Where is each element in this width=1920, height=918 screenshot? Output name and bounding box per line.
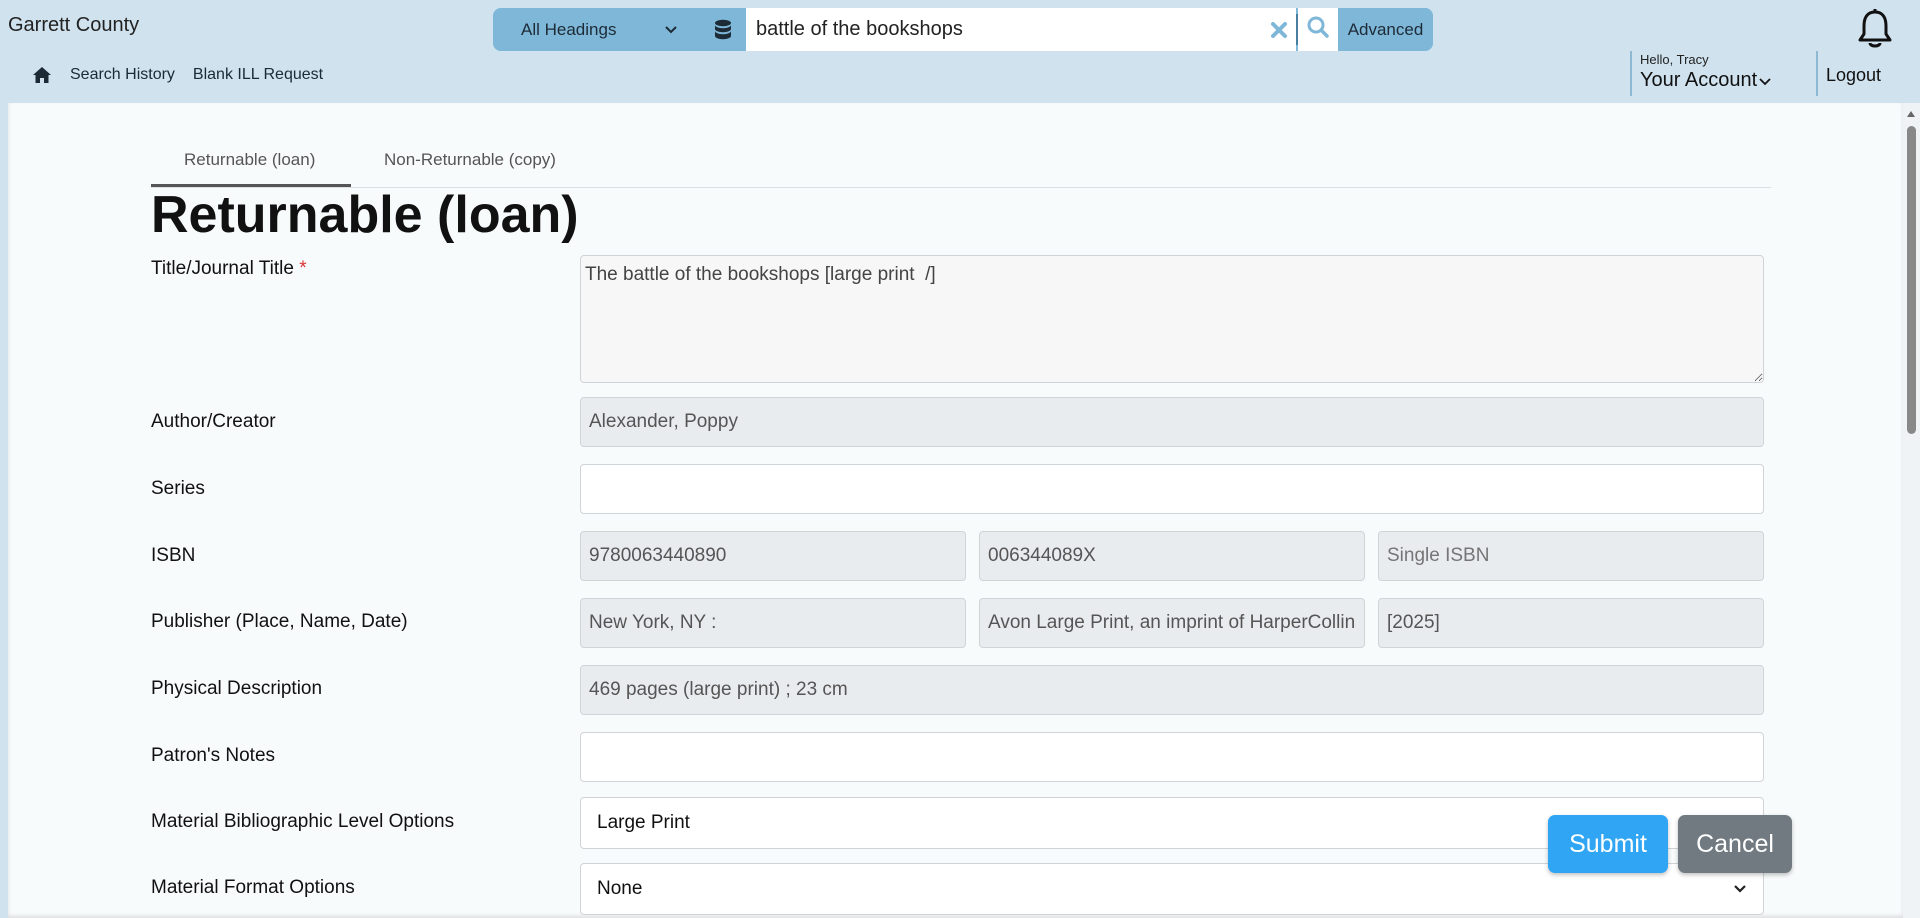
- author-label: Author/Creator: [151, 411, 276, 432]
- format-value: None: [597, 878, 643, 899]
- title-label: Title/Journal Title *: [151, 258, 307, 280]
- tab-non-returnable[interactable]: Non-Returnable (copy): [381, 143, 584, 187]
- publisher-name-field[interactable]: [979, 598, 1365, 648]
- publisher-date-field[interactable]: [1378, 598, 1764, 648]
- database-icon[interactable]: [700, 8, 746, 51]
- publisher-place-field[interactable]: [580, 598, 966, 648]
- series-label: Series: [151, 478, 205, 499]
- search-scope-dropdown[interactable]: All Headings: [493, 8, 700, 51]
- author-field[interactable]: [580, 397, 1764, 447]
- search-button[interactable]: [1298, 8, 1338, 51]
- isbn-field-1[interactable]: [580, 531, 966, 581]
- request-type-tabs: Returnable (loan) Non-Returnable (copy): [151, 143, 1771, 188]
- home-icon[interactable]: [32, 66, 52, 84]
- search-icon: [1306, 15, 1330, 44]
- scrollbar-thumb[interactable]: [1907, 126, 1916, 434]
- patron-notes-label: Patron's Notes: [151, 745, 276, 766]
- blank-ill-request-link[interactable]: Blank ILL Request: [193, 66, 323, 84]
- page-scrollbar[interactable]: [1903, 103, 1920, 918]
- chevron-down-icon: [664, 20, 678, 40]
- account-label: Your Account: [1640, 69, 1758, 91]
- bib-level-value: Large Print: [597, 812, 690, 833]
- greeting-text: Hello, Tracy: [1640, 52, 1709, 67]
- search-bar: All Headings Advanced: [493, 8, 1433, 51]
- isbn-field-3[interactable]: [1378, 531, 1764, 581]
- main-content: Returnable (loan) Non-Returnable (copy) …: [8, 103, 1903, 918]
- publisher-label: Publisher (Place, Name, Date): [151, 611, 408, 632]
- scroll-up-arrow-icon[interactable]: [1907, 111, 1915, 117]
- bib-level-label: Material Bibliographic Level Options: [151, 811, 455, 832]
- search-scope-label: All Headings: [521, 19, 617, 39]
- sub-navigation: Search History Blank ILL Request: [32, 66, 323, 84]
- isbn-label: ISBN: [151, 545, 196, 566]
- logout-link[interactable]: Logout: [1816, 51, 1881, 96]
- search-input[interactable]: [746, 8, 1262, 51]
- title-field[interactable]: The battle of the bookshops [large print…: [580, 255, 1764, 383]
- physical-description-field[interactable]: [580, 665, 1764, 715]
- isbn-field-2[interactable]: [979, 531, 1365, 581]
- chevron-down-icon: [1733, 878, 1747, 900]
- series-field[interactable]: [580, 464, 1764, 514]
- clear-search-icon[interactable]: [1262, 8, 1296, 51]
- chevron-down-icon: [1759, 69, 1771, 92]
- page-title: Returnable (loan): [151, 186, 579, 244]
- library-name: Garrett County: [8, 14, 140, 36]
- patron-notes-field[interactable]: [580, 732, 1764, 782]
- top-header: Garrett County All Headings Ad: [0, 0, 1920, 103]
- physical-description-label: Physical Description: [151, 678, 323, 699]
- submit-button[interactable]: Submit: [1548, 815, 1668, 873]
- cancel-button[interactable]: Cancel: [1678, 815, 1792, 873]
- title-label-text: Title/Journal Title: [151, 258, 294, 279]
- tab-returnable[interactable]: Returnable (loan): [151, 143, 351, 187]
- account-menu[interactable]: Hello, Tracy Your Account: [1630, 51, 1771, 96]
- search-history-link[interactable]: Search History: [70, 66, 175, 84]
- advanced-search-button[interactable]: Advanced: [1338, 8, 1433, 51]
- notifications-bell-icon[interactable]: [1855, 8, 1895, 55]
- format-label: Material Format Options: [151, 877, 355, 898]
- required-mark: *: [299, 258, 307, 279]
